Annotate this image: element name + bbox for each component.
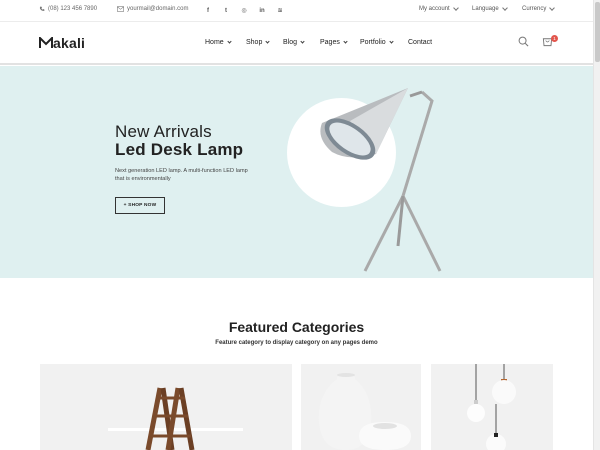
logo-text: akali	[53, 35, 86, 51]
facebook-icon[interactable]: f	[204, 6, 212, 15]
chevron-down-icon	[501, 5, 508, 11]
chevron-down-icon	[343, 39, 348, 44]
shop-now-button[interactable]: + SHOP NOW	[115, 197, 165, 214]
chevron-down-icon	[452, 5, 459, 11]
hero-title-line2: Led Desk Lamp	[115, 140, 244, 159]
my-account-dropdown[interactable]: My account	[419, 5, 459, 12]
mail-icon	[117, 6, 124, 12]
hero-banner: New Arrivals Led Desk Lamp Next generati…	[0, 66, 593, 278]
phone-contact[interactable]: (08) 123 456 7890	[39, 6, 97, 12]
vases-image	[318, 373, 411, 450]
email-address: yourmail@domain.com	[127, 6, 189, 12]
category-card-furniture[interactable]	[40, 364, 292, 450]
desk-lamp-image	[320, 88, 442, 272]
featured-categories-title: Featured Categories	[228, 319, 365, 335]
nav-pages[interactable]: Pages	[320, 39, 348, 46]
featured-categories-subtitle: Feature category to display category on …	[215, 340, 378, 346]
top-utility-bar: (08) 123 456 7890 yourmail@domain.com f …	[0, 0, 593, 22]
instagram-icon[interactable]: ◎	[240, 6, 248, 15]
chevron-down-icon	[227, 39, 232, 44]
nav-contact[interactable]: Contact	[408, 39, 432, 46]
page-scrollbar[interactable]	[593, 0, 600, 450]
phone-number: (08) 123 456 7890	[48, 6, 98, 12]
chevron-down-icon	[549, 5, 556, 11]
language-label: Language	[472, 6, 499, 12]
email-contact[interactable]: yourmail@domain.com	[117, 6, 188, 12]
currency-label: Currency	[522, 6, 547, 12]
social-links: f t ◎ in ≋	[204, 6, 284, 15]
logo-m-icon	[39, 37, 53, 48]
hero-description: Next generation LED lamp. A multi-functi…	[115, 168, 248, 182]
cart-count-badge: 1	[551, 35, 558, 42]
nav-shop-label: Shop	[246, 39, 263, 46]
nav-contact-label: Contact	[408, 39, 433, 46]
chevron-down-icon	[265, 39, 270, 44]
nav-home[interactable]: Home	[205, 39, 232, 46]
nav-portfolio[interactable]: Portfolio	[360, 39, 394, 46]
nav-pages-label: Pages	[320, 39, 340, 46]
site-logo[interactable]: akali	[39, 35, 85, 51]
nav-shop[interactable]: Shop	[246, 39, 270, 46]
main-header: akali Home Shop Blog Pages Portfolio Con…	[0, 22, 593, 65]
nav-home-label: Home	[205, 39, 224, 46]
pendant-lights-image	[467, 364, 516, 450]
scrollbar-thumb[interactable]	[595, 2, 600, 62]
nav-blog[interactable]: Blog	[283, 39, 305, 46]
chevron-down-icon	[300, 39, 305, 44]
category-card-lighting[interactable]	[431, 364, 553, 450]
my-account-label: My account	[419, 6, 450, 12]
chevron-down-icon	[389, 39, 394, 44]
nav-blog-label: Blog	[283, 39, 298, 46]
nav-portfolio-label: Portfolio	[360, 39, 386, 46]
hero-title-line1: New Arrivals	[115, 122, 212, 141]
currency-dropdown[interactable]: Currency	[522, 5, 556, 12]
category-card-decor[interactable]	[301, 364, 421, 450]
ladder-shelf-image	[108, 387, 243, 450]
rss-icon[interactable]: ≋	[276, 6, 284, 15]
language-dropdown[interactable]: Language	[472, 5, 508, 12]
linkedin-icon[interactable]: in	[258, 6, 266, 15]
phone-icon	[39, 6, 45, 11]
twitter-icon[interactable]: t	[222, 6, 230, 15]
search-icon[interactable]	[518, 36, 529, 47]
